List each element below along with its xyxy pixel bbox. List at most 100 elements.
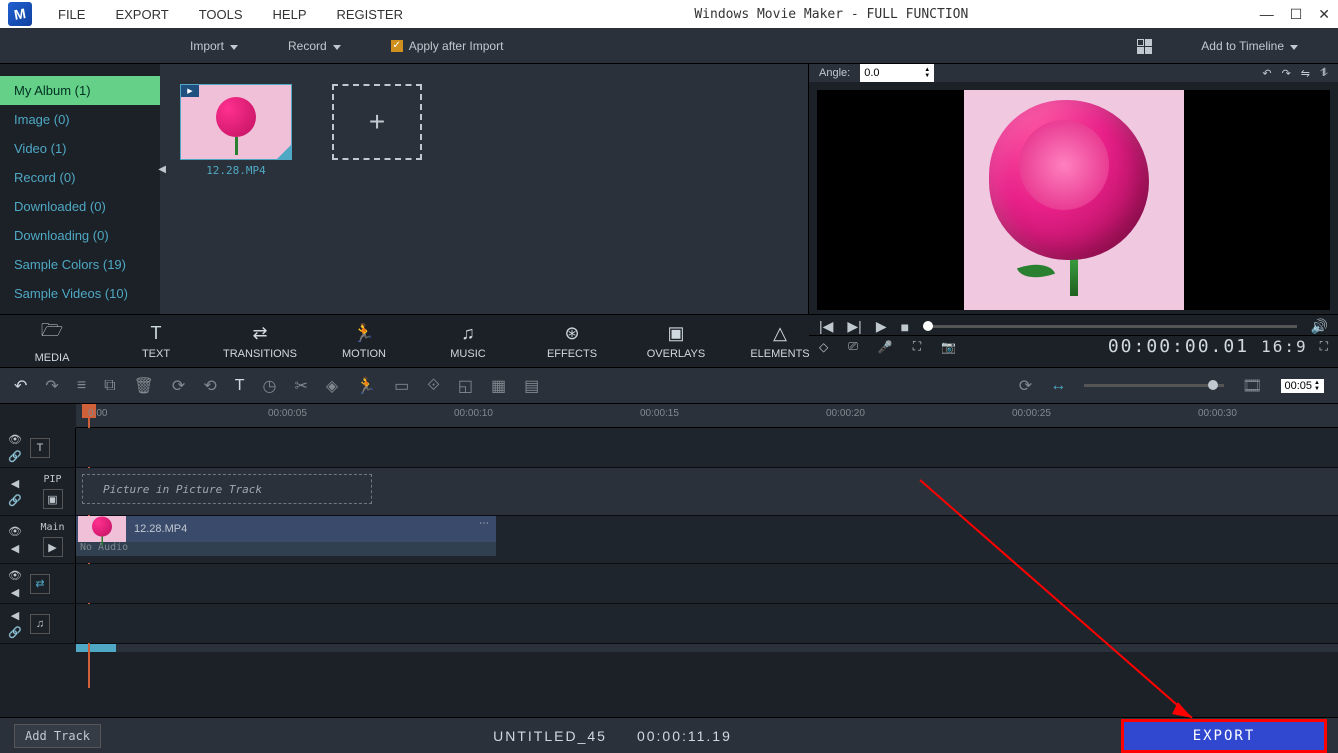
group-icon[interactable]: ⧉ bbox=[104, 377, 115, 395]
ruler-tick: 00:00:10 bbox=[454, 408, 493, 419]
overlays-icon: ▣ bbox=[667, 323, 684, 344]
timeline-scrollbar[interactable] bbox=[76, 644, 1338, 652]
crop-tool-icon[interactable]: ⛶ bbox=[913, 339, 921, 354]
pip-icon[interactable]: ◱ bbox=[458, 376, 473, 396]
rotate-cw-icon[interactable]: ↷ bbox=[1282, 67, 1291, 80]
maximize-button[interactable]: ☐ bbox=[1290, 6, 1303, 23]
text-track-body[interactable] bbox=[76, 428, 1338, 467]
record-dropdown[interactable]: Record bbox=[288, 39, 341, 53]
close-button[interactable]: ✕ bbox=[1318, 6, 1330, 23]
align-icon[interactable]: ≡ bbox=[77, 377, 86, 395]
mute-icon[interactable]: ◀ bbox=[11, 609, 19, 622]
export-button[interactable]: EXPORT bbox=[1124, 722, 1324, 750]
clip-label: 12.28.MP4 bbox=[134, 523, 187, 535]
redo-icon[interactable]: ↷ bbox=[45, 376, 58, 396]
tab-effects[interactable]: ⊛EFFECTS bbox=[520, 315, 624, 367]
import-dropdown[interactable]: Import bbox=[190, 39, 238, 53]
reverse-icon[interactable]: ⟲ bbox=[203, 376, 216, 396]
mute-icon[interactable]: ◀ bbox=[11, 477, 19, 490]
main-track: 👁◀Main▶ 12.28.MP4⋯ No Audio bbox=[0, 516, 1338, 564]
media-clip[interactable]: ▶ 12.28.MP4 bbox=[180, 84, 292, 294]
cut-icon[interactable]: ✂ bbox=[294, 376, 307, 396]
eye-icon[interactable]: 👁 bbox=[8, 525, 22, 538]
link-icon[interactable]: 🔗 bbox=[8, 626, 22, 639]
add-track-button[interactable]: Add Track bbox=[14, 724, 101, 748]
flip-vertical-icon[interactable]: ⥮ bbox=[1320, 67, 1328, 80]
stop-button[interactable]: ■ bbox=[901, 319, 909, 335]
link-icon[interactable]: 🔗 bbox=[8, 450, 22, 463]
crop-icon[interactable]: ⟐ bbox=[427, 377, 440, 395]
menu-register[interactable]: REGISTER bbox=[337, 7, 403, 22]
music-track-body[interactable] bbox=[76, 604, 1338, 643]
mute-icon[interactable]: ◀ bbox=[11, 542, 19, 555]
marker-icon[interactable]: ◈ bbox=[326, 376, 338, 396]
film-icon[interactable]: 🎞 bbox=[1242, 376, 1262, 396]
eye-icon[interactable]: 👁 bbox=[8, 569, 22, 582]
add-media-button[interactable]: + bbox=[332, 84, 422, 160]
rotate-ccw-icon[interactable]: ↶ bbox=[1262, 67, 1271, 80]
sidebar-downloaded[interactable]: Downloaded (0) bbox=[0, 192, 160, 221]
play-button[interactable]: ▶ bbox=[876, 318, 887, 335]
timer-icon[interactable]: ◷ bbox=[263, 376, 277, 396]
video-clip[interactable]: 12.28.MP4⋯ No Audio bbox=[76, 516, 496, 556]
calendar-icon[interactable]: ▤ bbox=[524, 376, 539, 396]
fit-width-icon[interactable]: ↔ bbox=[1050, 377, 1066, 395]
flip-horizontal-icon[interactable]: ⇋ bbox=[1301, 67, 1310, 80]
camera-tool-icon[interactable]: ⎚ bbox=[848, 339, 858, 354]
sidebar-sample-videos[interactable]: Sample Videos (10) bbox=[0, 279, 160, 308]
sidebar-collapse-handle[interactable]: ◀ bbox=[158, 164, 166, 175]
refresh-icon[interactable]: ⟳ bbox=[1019, 376, 1032, 396]
sidebar-my-album[interactable]: My Album (1) bbox=[0, 76, 160, 105]
menu-export[interactable]: EXPORT bbox=[115, 7, 168, 22]
next-frame-button[interactable]: ▶| bbox=[847, 318, 861, 335]
tab-motion[interactable]: 🏃MOTION bbox=[312, 315, 416, 367]
undo-icon[interactable]: ↶ bbox=[14, 376, 27, 396]
sidebar-sample-colors[interactable]: Sample Colors (19) bbox=[0, 250, 160, 279]
apply-after-import-checkbox[interactable]: ✓Apply after Import bbox=[391, 39, 504, 53]
tab-transitions[interactable]: ⇄TRANSITIONS bbox=[208, 315, 312, 367]
mosaic-icon[interactable]: ▦ bbox=[491, 376, 506, 396]
menu-tools[interactable]: TOOLS bbox=[199, 7, 243, 22]
duration-input[interactable]: 00:05▲▼ bbox=[1281, 379, 1324, 393]
tab-elements[interactable]: △ELEMENTS bbox=[728, 315, 832, 367]
aspect-ratio-display[interactable]: 16:9 bbox=[1261, 337, 1308, 356]
mute-icon[interactable]: ◀ bbox=[11, 586, 19, 599]
link-icon[interactable]: 🔗 bbox=[8, 494, 22, 507]
pip-track-body[interactable]: Picture in Picture Track bbox=[76, 468, 1338, 515]
menu-help[interactable]: HELP bbox=[273, 7, 307, 22]
seek-slider[interactable] bbox=[923, 325, 1297, 328]
app-logo: M bbox=[8, 2, 32, 26]
minimize-button[interactable]: — bbox=[1260, 6, 1274, 23]
menu-file[interactable]: FILE bbox=[58, 7, 85, 22]
angle-input[interactable]: 0.0▲▼ bbox=[860, 64, 934, 82]
run-icon[interactable]: 🏃 bbox=[356, 376, 376, 396]
tab-media[interactable]: 🗁MEDIA bbox=[0, 315, 104, 367]
main-track-body[interactable]: 12.28.MP4⋯ No Audio bbox=[76, 516, 1338, 563]
eye-icon[interactable]: 👁 bbox=[8, 433, 22, 446]
snapshot-icon[interactable]: 📷 bbox=[941, 340, 956, 354]
project-name: UNTITLED_45 bbox=[493, 728, 607, 744]
video-badge-icon: ▶ bbox=[181, 85, 199, 97]
sidebar-downloading[interactable]: Downloading (0) bbox=[0, 221, 160, 250]
tab-overlays[interactable]: ▣OVERLAYS bbox=[624, 315, 728, 367]
volume-icon[interactable]: 🔊 bbox=[1311, 318, 1328, 335]
clip-menu-icon[interactable]: ⋯ bbox=[479, 518, 490, 529]
speed-icon[interactable]: ⟳ bbox=[172, 376, 185, 396]
zoom-slider[interactable] bbox=[1084, 384, 1224, 387]
checkmark-icon bbox=[277, 145, 291, 159]
grid-view-icon[interactable] bbox=[1137, 39, 1151, 53]
fullscreen-icon[interactable]: ⛶ bbox=[1320, 339, 1328, 354]
sidebar-image[interactable]: Image (0) bbox=[0, 105, 160, 134]
tab-music[interactable]: ♫MUSIC bbox=[416, 315, 520, 367]
delete-icon[interactable]: 🗑 bbox=[134, 376, 154, 396]
screen-icon[interactable]: ▭ bbox=[394, 376, 409, 396]
sidebar-video[interactable]: Video (1) bbox=[0, 134, 160, 163]
mic-icon[interactable]: 🎤 bbox=[878, 340, 893, 354]
sidebar-record[interactable]: Record (0) bbox=[0, 163, 160, 192]
add-to-timeline-dropdown[interactable]: Add to Timeline bbox=[1201, 39, 1298, 53]
text-tool-icon[interactable]: T bbox=[235, 377, 245, 395]
transition-track-body[interactable] bbox=[76, 564, 1338, 603]
import-toolbar: Import Record ✓Apply after Import Add to… bbox=[0, 28, 1338, 64]
timeline-ruler[interactable]: 0:00 00:00:05 00:00:10 00:00:15 00:00:20… bbox=[76, 404, 1338, 428]
tab-text[interactable]: TTEXT bbox=[104, 315, 208, 367]
